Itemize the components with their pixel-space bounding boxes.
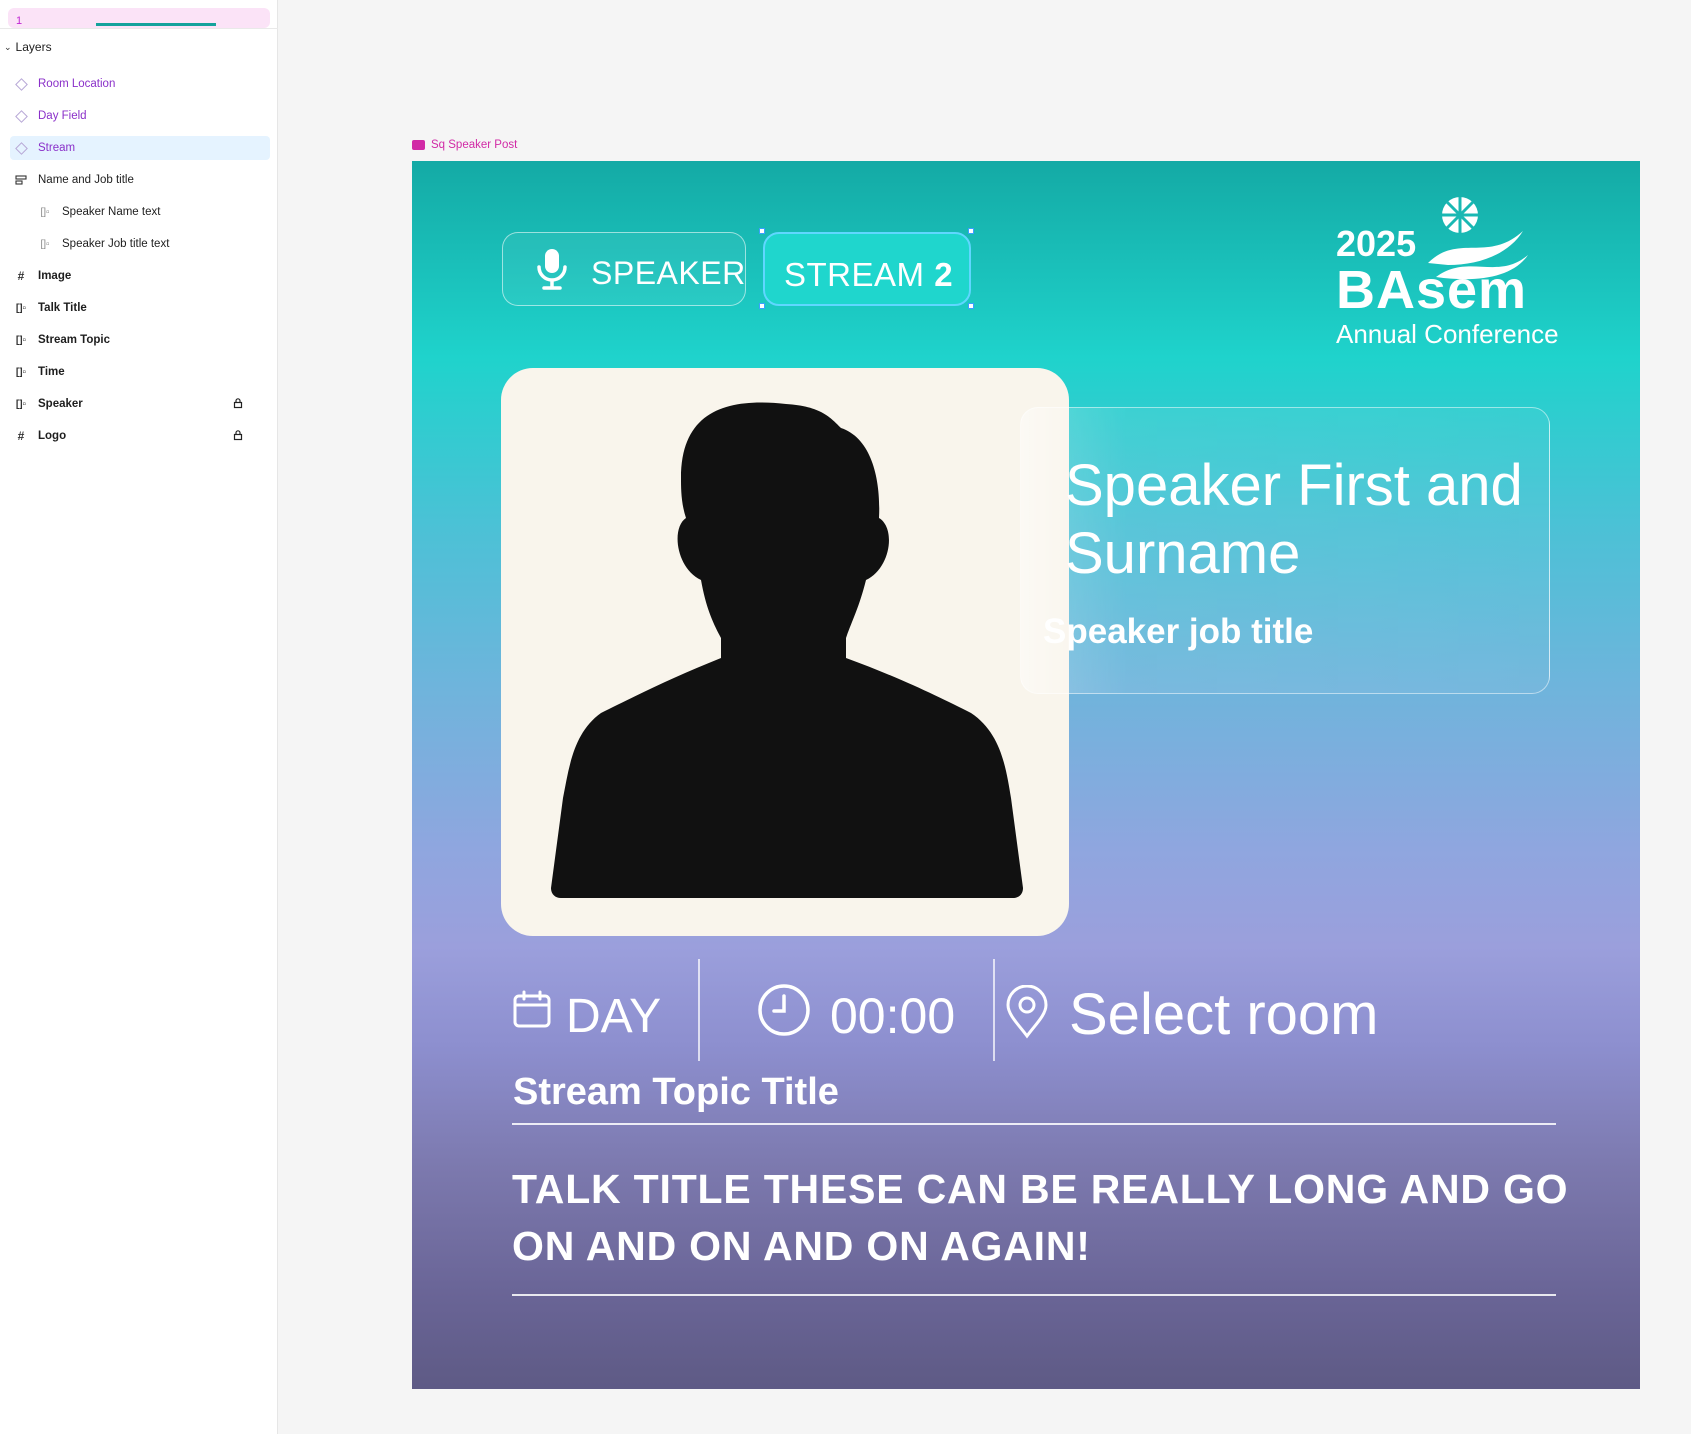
calendar-icon — [513, 990, 551, 1028]
room-field[interactable]: Select room — [1069, 981, 1378, 1048]
resize-handle-bottom-right[interactable] — [968, 303, 974, 309]
component-icon: []▫ — [15, 302, 27, 314]
resize-handle-top-right[interactable] — [968, 228, 974, 234]
text-component-icon: []▫ — [40, 206, 50, 218]
lock-icon[interactable] — [232, 429, 244, 441]
clock-icon — [758, 984, 810, 1036]
panel-divider — [0, 28, 278, 29]
map-pin-icon — [1006, 985, 1048, 1039]
stream-pill-number: 2 — [934, 256, 954, 293]
talk-divider — [512, 1294, 1556, 1296]
layer-label: Logo — [38, 430, 67, 442]
logo-brand: BAsem — [1336, 260, 1528, 320]
speaker-pill-label: SPEAKER — [591, 255, 746, 291]
layer-label: Speaker Name text — [62, 206, 161, 218]
layer-label: Stream — [38, 142, 76, 154]
stream-pill[interactable]: STREAM 2 — [763, 232, 971, 306]
variant-diamond-icon — [10, 141, 32, 155]
speaker-post-frame[interactable]: SPEAKER STREAM 2 2025 BAsem Annual Confe… — [412, 161, 1640, 1389]
speaker-pill[interactable]: SPEAKER — [502, 232, 746, 306]
talk-title[interactable]: TALK TITLE THESE CAN BE REALLY LONG AND … — [512, 1161, 1572, 1275]
layer-speaker[interactable]: []▫ Speaker — [10, 392, 270, 416]
person-silhouette-icon — [551, 402, 1023, 898]
layer-label: Image — [38, 270, 72, 282]
frame-label[interactable]: Sq Speaker Post — [412, 139, 517, 151]
layer-room-location[interactable]: Room Location — [10, 72, 270, 96]
conference-logo: 2025 BAsem Annual Conference — [1336, 193, 1566, 353]
microphone-icon — [537, 249, 567, 290]
layer-image[interactable]: # Image — [10, 264, 270, 288]
layer-logo[interactable]: # Logo — [10, 424, 270, 448]
speaker-job-title[interactable]: Speaker job title — [1043, 612, 1313, 652]
component-icon: []▫ — [15, 366, 27, 378]
name-job-card[interactable]: Speaker First and Surname Speaker job ti… — [1020, 407, 1550, 694]
layer-label: Time — [38, 366, 65, 378]
layer-label: Room Location — [38, 78, 116, 90]
layer-speaker-job-title-text[interactable]: []▫ Speaker Job title text — [34, 232, 270, 256]
topic-divider — [512, 1123, 1556, 1125]
component-icon: []▫ — [15, 398, 27, 410]
page-progress-bar — [96, 23, 216, 26]
layer-day-field[interactable]: Day Field — [10, 104, 270, 128]
layer-label: Stream Topic — [38, 334, 110, 346]
layer-speaker-name-text[interactable]: []▫ Speaker Name text — [34, 200, 270, 224]
autolayout-icon — [10, 174, 32, 186]
layers-panel: 1 ⌄ Layers Room Location Day Field Strea… — [0, 0, 278, 1434]
page-thumbnail[interactable]: 1 — [8, 8, 270, 28]
stream-pill-label: STREAM 2 — [784, 256, 953, 294]
frame-icon — [412, 140, 425, 150]
logo-subtitle: Annual Conference — [1336, 319, 1559, 349]
layer-label: Day Field — [38, 110, 87, 122]
resize-handle-top-left[interactable] — [759, 228, 765, 234]
layer-label: Speaker — [38, 398, 83, 410]
stream-topic-title[interactable]: Stream Topic Title — [513, 1071, 839, 1114]
info-row: DAY 00:00 Select room — [512, 959, 1572, 1061]
layer-label: Talk Title — [38, 302, 87, 314]
variant-diamond-icon — [10, 109, 32, 123]
component-icon: []▫ — [15, 334, 27, 346]
layer-label: Name and Job title — [38, 174, 134, 186]
layer-time[interactable]: []▫ Time — [10, 360, 270, 384]
layers-header[interactable]: ⌄ Layers — [4, 40, 52, 54]
stream-pill-prefix: STREAM — [784, 256, 935, 293]
frame-hash-icon: # — [17, 429, 25, 443]
lock-icon[interactable] — [232, 397, 244, 409]
layer-stream-topic[interactable]: []▫ Stream Topic — [10, 328, 270, 352]
chevron-down-icon[interactable]: ⌄ — [4, 42, 12, 53]
speaker-photo[interactable] — [501, 368, 1069, 936]
text-component-icon: []▫ — [40, 238, 50, 250]
speaker-name[interactable]: Speaker First and Surname — [1065, 452, 1525, 588]
resize-handle-bottom-left[interactable] — [759, 303, 765, 309]
layer-name-and-job-title[interactable]: Name and Job title — [10, 168, 270, 192]
layer-stream[interactable]: Stream — [10, 136, 270, 160]
variant-diamond-icon — [10, 77, 32, 91]
layers-title: Layers — [15, 40, 52, 54]
layer-label: Speaker Job title text — [62, 238, 170, 250]
page-number: 1 — [16, 15, 23, 27]
frame-name: Sq Speaker Post — [431, 139, 518, 151]
layer-talk-title[interactable]: []▫ Talk Title — [10, 296, 270, 320]
frame-hash-icon: # — [17, 269, 25, 283]
time-field[interactable]: 00:00 — [830, 987, 955, 1045]
day-field[interactable]: DAY — [566, 989, 661, 1044]
info-divider — [993, 959, 995, 1061]
info-divider — [698, 959, 700, 1061]
